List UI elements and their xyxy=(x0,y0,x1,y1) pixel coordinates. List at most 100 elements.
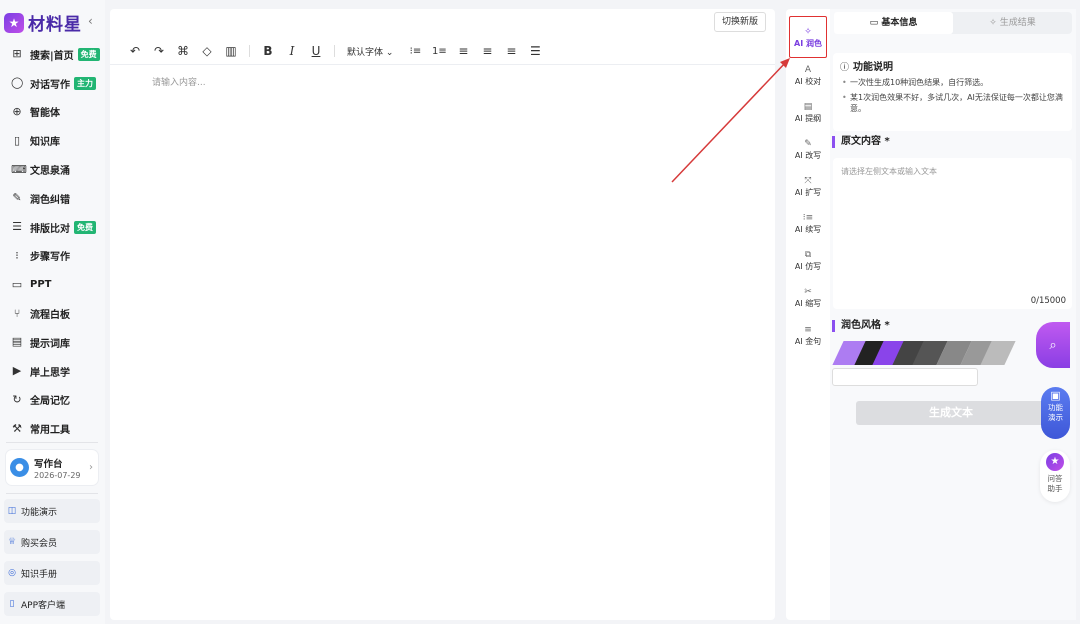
expand-icon: ⤧ xyxy=(804,176,812,186)
italic-icon[interactable]: I xyxy=(280,44,304,58)
star-logo-icon: ★ xyxy=(4,12,24,33)
pen-icon: ✎ xyxy=(12,191,22,205)
keyboard-icon: ⌨ xyxy=(11,162,27,176)
tab-basic-info[interactable]: ▭ 基本信息 xyxy=(834,12,953,34)
star-logo-icon: ★ xyxy=(1046,453,1064,471)
crown-icon: ♕ xyxy=(7,537,17,547)
sidebar-item-prompts[interactable]: ▤ 提示词库 xyxy=(0,328,105,357)
sidebar-item-step-writing[interactable]: ⁝ 步骤写作 xyxy=(0,242,105,271)
editor-toolbar: ↶ ↷ ⌘ ◇ ▥ B I U 默认字体 ⌄ ⁝≡ 1≡ ≡ ≡ ≡ ☰ xyxy=(110,38,775,65)
floating-help-button[interactable]: ★ 问答 助手 xyxy=(1040,450,1070,502)
tool-ai-continue[interactable]: ⁝≡ AI 续写 xyxy=(789,207,827,243)
trash-icon[interactable]: ▥ xyxy=(219,44,243,58)
grid-icon: ⊞ xyxy=(12,47,22,61)
brand-name: 材料星 xyxy=(28,15,82,35)
workspace-card[interactable]: ● 写作台 2026-07-29 › xyxy=(6,450,98,485)
wrench-icon: ⚒ xyxy=(12,421,22,435)
tool-label: AI 缩写 xyxy=(794,299,822,308)
bottom-item-label: APP客户端 xyxy=(21,600,66,611)
tool-ai-expand[interactable]: ⤧ AI 扩写 xyxy=(789,170,827,206)
eraser-icon[interactable]: ◇ xyxy=(195,44,219,58)
info-icon: ⓘ xyxy=(840,63,850,73)
bottom-item-label: 购买会员 xyxy=(21,538,58,549)
undo-icon[interactable]: ↶ xyxy=(123,44,147,58)
brand-logo[interactable]: ★ 材料星 xyxy=(4,10,82,35)
sidebar-item-label: 文思泉涌 xyxy=(30,166,70,178)
numbered-list-icon[interactable]: 1≡ xyxy=(427,46,451,57)
sidebar-item-search-home[interactable]: ⊞ 搜索|首页 免费 xyxy=(0,40,105,69)
tool-label: AI 提纲 xyxy=(794,114,822,123)
sidebar-item-ppt[interactable]: ▭ PPT xyxy=(0,270,105,299)
original-content-title: 原文内容 * xyxy=(832,136,890,148)
sidebar-item-inspiration[interactable]: ⌨ 文思泉涌 xyxy=(0,155,105,184)
floating-search-button[interactable]: ⌕ xyxy=(1036,322,1070,368)
free-badge: 免费 xyxy=(74,220,96,234)
tool-label: AI 仿写 xyxy=(794,262,822,271)
knowledge-handbook-link[interactable]: ◎ 知识手册 xyxy=(4,561,100,585)
sidebar-item-label: 提示词库 xyxy=(30,338,70,350)
bullet-list-icon[interactable]: ⁝≡ xyxy=(403,46,427,57)
polish-style-select[interactable] xyxy=(832,368,978,386)
tool-ai-polish[interactable]: ✧ AI 润色 xyxy=(789,16,827,58)
sidebar-item-knowledge[interactable]: ▯ 知识库 xyxy=(0,126,105,155)
tool-ai-imitate[interactable]: ⧉ AI 仿写 xyxy=(789,244,827,280)
presentation-icon: ▭ xyxy=(11,277,23,291)
book-icon: ▯ xyxy=(13,133,21,147)
rewrite-icon: ✎ xyxy=(804,139,812,149)
sidebar-item-label: 步骤写作 xyxy=(30,252,70,264)
description-title: 功能说明 xyxy=(853,62,894,73)
tool-label: AI 改写 xyxy=(794,151,822,160)
demo-label: 功能 演示 xyxy=(1048,403,1063,422)
sidebar-item-layout-compare[interactable]: ☰ 排版比对 免费 xyxy=(0,213,105,242)
sidebar-item-flow-board[interactable]: ⑂ 流程白板 xyxy=(0,299,105,328)
sidebar-item-label: 对话写作 xyxy=(30,79,70,91)
tab-generated-results[interactable]: ✧ 生成结果 xyxy=(953,12,1072,34)
continue-icon: ⁝≡ xyxy=(802,213,814,223)
sidebar-item-chat-writing[interactable]: ◯ 对话写作 主力 xyxy=(0,69,105,98)
editor-content-area[interactable]: 请输入内容... xyxy=(152,75,206,88)
main-badge: 主力 xyxy=(74,76,96,90)
sidebar-item-learning[interactable]: ▶ 岸上思学 xyxy=(0,357,105,386)
sidebar-item-label: 搜索|首页 xyxy=(30,50,74,62)
align-center-icon[interactable]: ≡ xyxy=(475,44,499,58)
align-right-icon[interactable]: ≡ xyxy=(499,44,523,58)
free-badge: 免费 xyxy=(77,47,100,61)
toolbar-divider xyxy=(334,45,335,57)
workspace-title: 写作台 xyxy=(34,458,63,470)
generate-text-button[interactable]: 生成文本 xyxy=(856,401,1046,425)
bold-icon[interactable]: B xyxy=(256,44,280,58)
outline-icon: ▤ xyxy=(803,102,813,112)
polish-style-options[interactable] xyxy=(832,341,1016,365)
sidebar-item-polish[interactable]: ✎ 润色纠错 xyxy=(0,184,105,213)
tool-ai-rewrite[interactable]: ✎ AI 改写 xyxy=(789,133,827,169)
search-icon: ⌕ xyxy=(1049,337,1057,353)
chevron-left-icon[interactable]: ‹ xyxy=(88,14,93,28)
description-item: 某1次润色效果不好，多试几次，AI无法保证每一次都让您满意。 xyxy=(840,92,1065,114)
underline-icon[interactable]: U xyxy=(304,44,328,58)
format-painter-icon[interactable]: ⌘ xyxy=(171,44,195,58)
app-client-link[interactable]: ▯ APP客户端 xyxy=(4,592,100,616)
align-left-icon[interactable]: ≡ xyxy=(451,44,475,58)
tool-ai-shorten[interactable]: ✂ AI 缩写 xyxy=(789,281,827,317)
feature-demo-link[interactable]: ◫ 功能演示 xyxy=(4,499,100,523)
sidebar-item-memory[interactable]: ↻ 全局记忆 xyxy=(0,386,105,415)
folder-icon: ▭ xyxy=(869,18,882,28)
tool-ai-proofread[interactable]: A AI 校对 xyxy=(789,59,827,95)
sparkle-icon: ✧ xyxy=(989,18,1000,28)
copy-icon: ⧉ xyxy=(804,250,812,260)
align-justify-icon[interactable]: ☰ xyxy=(523,44,547,58)
book-open-icon: ◫ xyxy=(7,506,17,516)
redo-icon[interactable]: ↷ xyxy=(147,44,171,58)
sidebar-item-agent[interactable]: ⊕ 智能体 xyxy=(0,98,105,127)
switch-version-button[interactable]: 切换新版 xyxy=(713,12,766,32)
tool-ai-golden-sentence[interactable]: ≡ AI 金句 xyxy=(789,319,827,355)
avatar: ● xyxy=(10,458,29,477)
sidebar-item-tools[interactable]: ⚒ 常用工具 xyxy=(0,414,105,443)
tool-label: AI 金句 xyxy=(794,337,822,346)
buy-membership-link[interactable]: ♕ 购买会员 xyxy=(4,530,100,554)
original-content-placeholder: 请选择左侧文本或输入文本 xyxy=(841,167,937,176)
original-content-input[interactable]: 请选择左侧文本或输入文本 0/15000 xyxy=(833,158,1072,309)
font-family-select[interactable]: 默认字体 ⌄ xyxy=(347,45,393,58)
tool-ai-outline[interactable]: ▤ AI 提纲 xyxy=(789,96,827,132)
floating-demo-button[interactable]: ▣ 功能 演示 xyxy=(1041,387,1070,439)
